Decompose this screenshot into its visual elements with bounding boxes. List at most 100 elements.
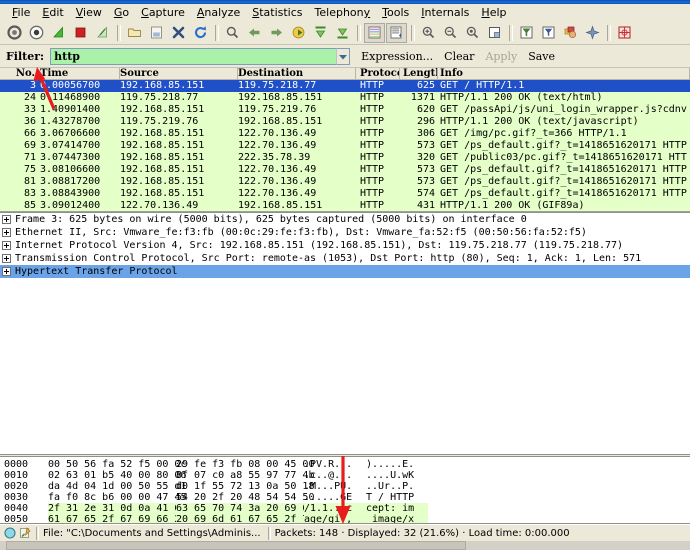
capture-file-properties-icon[interactable] [17, 526, 32, 540]
packet-list-row[interactable]: 331.40901400192.168.85.151119.75.219.76H… [0, 104, 690, 116]
column-header-info[interactable]: Info [438, 68, 690, 79]
packet-source: 192.168.85.151 [120, 104, 238, 116]
packet-time: 1.43278700 [38, 116, 120, 128]
packet-list-pane[interactable]: No. Time Source Destination Protocol Len… [0, 68, 690, 212]
packet-list-row[interactable]: 663.06706600192.168.85.151122.70.136.49H… [0, 128, 690, 140]
filter-history-dropdown-icon[interactable] [336, 48, 350, 65]
packet-protocol: HTTP [356, 92, 400, 104]
packet-details-pane[interactable]: Frame 3: 625 bytes on wire (5000 bits), … [0, 212, 690, 455]
menu-item-help[interactable]: Help [475, 5, 512, 20]
packet-destination: 119.75.219.76 [238, 104, 356, 116]
packet-no: 24 [0, 92, 38, 104]
menu-item-telephony[interactable]: Telephony [309, 5, 377, 20]
resize-columns-icon[interactable] [484, 23, 505, 43]
detail-tree-row[interactable]: Hypertext Transfer Protocol [0, 265, 690, 278]
zoom-in-icon[interactable] [418, 23, 439, 43]
clear-filter-button[interactable]: Clear [444, 50, 474, 63]
interfaces-icon[interactable] [4, 23, 25, 43]
menu-item-tools[interactable]: Tools [376, 5, 415, 20]
hex-dump-row[interactable]: 0020da 4d 04 1d 00 50 55 d1d0 1f 55 72 1… [0, 481, 690, 492]
menu-item-statistics[interactable]: Statistics [246, 5, 308, 20]
menu-item-go[interactable]: Go [108, 5, 135, 20]
help-contents-icon[interactable] [614, 23, 635, 43]
column-header-time[interactable]: Time [38, 68, 120, 79]
save-filter-button[interactable]: Save [528, 50, 555, 63]
packet-list-row[interactable]: 833.08843900192.168.85.151122.70.136.49H… [0, 188, 690, 200]
packet-time: 3.08843900 [38, 188, 120, 200]
display-filters-icon[interactable] [538, 23, 559, 43]
auto-scroll-icon[interactable] [386, 23, 407, 43]
hex-dump-row[interactable]: 005061 67 65 2f 67 69 66 2c20 69 6d 61 6… [0, 514, 690, 524]
menu-item-edit[interactable]: Edit [36, 5, 69, 20]
menu-item-file[interactable]: File [6, 5, 36, 20]
hex-ascii-left: .PV.R... [304, 459, 366, 470]
menu-item-internals[interactable]: Internals [415, 5, 475, 20]
go-to-packet-icon[interactable] [288, 23, 309, 43]
filter-input[interactable] [50, 48, 336, 65]
packet-list-row[interactable]: 361.43278700119.75.219.76192.168.85.151H… [0, 116, 690, 128]
hex-dump-row[interactable]: 0030fa f0 8c b6 00 00 47 4554 20 2f 20 4… [0, 492, 690, 503]
packet-destination: 192.168.85.151 [238, 200, 356, 212]
go-back-icon[interactable] [244, 23, 265, 43]
save-file-icon[interactable] [146, 23, 167, 43]
horizontal-scrollbar[interactable] [0, 541, 690, 550]
capture-options-icon[interactable] [26, 23, 47, 43]
zoom-reset-icon[interactable] [462, 23, 483, 43]
close-file-icon[interactable] [168, 23, 189, 43]
packet-list-row[interactable]: 693.07414700192.168.85.151122.70.136.49H… [0, 140, 690, 152]
expand-plus-icon[interactable] [2, 241, 11, 250]
hex-bytes-left: da 4d 04 1d 00 50 55 d1 [48, 481, 176, 492]
column-header-no[interactable]: No. [0, 68, 38, 79]
column-header-source[interactable]: Source [120, 68, 238, 79]
hex-offset: 0040 [4, 503, 48, 514]
packet-bytes-pane[interactable]: 000000 50 56 fa 52 f5 00 0c29 fe f3 fb 0… [0, 456, 690, 524]
packet-list-row[interactable]: 853.09012400122.70.136.49192.168.85.151H… [0, 200, 690, 212]
column-header-destination[interactable]: Destination [238, 68, 356, 79]
start-capture-icon[interactable] [48, 23, 69, 43]
horizontal-scrollbar-thumb[interactable] [6, 541, 466, 550]
reload-file-icon[interactable] [190, 23, 211, 43]
preferences-icon[interactable] [582, 23, 603, 43]
packet-no: 71 [0, 152, 38, 164]
coloring-rules-icon[interactable] [560, 23, 581, 43]
go-to-last-packet-icon[interactable] [332, 23, 353, 43]
stop-capture-icon[interactable] [70, 23, 91, 43]
expand-plus-icon[interactable] [2, 215, 11, 224]
status-bar: File: "C:\Documents and Settings\Adminis… [0, 524, 690, 541]
hex-offset: 0000 [4, 459, 48, 470]
apply-filter-button[interactable]: Apply [485, 50, 517, 63]
detail-tree-row[interactable]: Frame 3: 625 bytes on wire (5000 bits), … [0, 213, 690, 226]
open-file-icon[interactable] [124, 23, 145, 43]
hex-dump-row[interactable]: 001002 63 01 b5 40 00 80 068f 07 c0 a8 5… [0, 470, 690, 481]
packet-list-row[interactable]: 30.00056700192.168.85.151119.75.218.77HT… [0, 80, 690, 92]
capture-filters-icon[interactable] [516, 23, 537, 43]
packet-list-row[interactable]: 713.07447300192.168.85.151222.35.78.39HT… [0, 152, 690, 164]
menu-label-capture: apture [149, 6, 185, 19]
packet-list-row[interactable]: 813.08817200192.168.85.151122.70.136.49H… [0, 176, 690, 188]
column-header-protocol[interactable]: Protocol [356, 68, 400, 79]
expression-button[interactable]: Expression... [361, 50, 433, 63]
expand-plus-icon[interactable] [2, 267, 11, 276]
expand-plus-icon[interactable] [2, 254, 11, 263]
packet-destination: 122.70.136.49 [238, 128, 356, 140]
menu-item-analyze[interactable]: Analyze [191, 5, 246, 20]
detail-tree-row[interactable]: Ethernet II, Src: Vmware_fe:f3:fb (00:0c… [0, 226, 690, 239]
expand-plus-icon[interactable] [2, 228, 11, 237]
colorize-packet-list-icon[interactable] [364, 23, 385, 43]
column-header-length[interactable]: Length [400, 68, 438, 79]
menu-item-view[interactable]: View [70, 5, 108, 20]
packet-list-row[interactable]: 753.08106600192.168.85.151122.70.136.49H… [0, 164, 690, 176]
restart-capture-icon[interactable] [92, 23, 113, 43]
hex-dump-row[interactable]: 000000 50 56 fa 52 f5 00 0c29 fe f3 fb 0… [0, 459, 690, 470]
detail-tree-label: Transmission Control Protocol, Src Port:… [15, 252, 641, 265]
menu-item-capture[interactable]: Capture [135, 5, 191, 20]
go-to-first-packet-icon[interactable] [310, 23, 331, 43]
find-packet-icon[interactable] [222, 23, 243, 43]
detail-tree-row[interactable]: Transmission Control Protocol, Src Port:… [0, 252, 690, 265]
packet-list-row[interactable]: 240.11468900119.75.218.77192.168.85.151H… [0, 92, 690, 104]
hex-dump-row[interactable]: 00402f 31 2e 31 0d 0a 41 6363 65 70 74 3… [0, 503, 690, 514]
go-forward-icon[interactable] [266, 23, 287, 43]
detail-tree-row[interactable]: Internet Protocol Version 4, Src: 192.16… [0, 239, 690, 252]
expert-info-icon[interactable] [3, 526, 17, 540]
zoom-out-icon[interactable] [440, 23, 461, 43]
